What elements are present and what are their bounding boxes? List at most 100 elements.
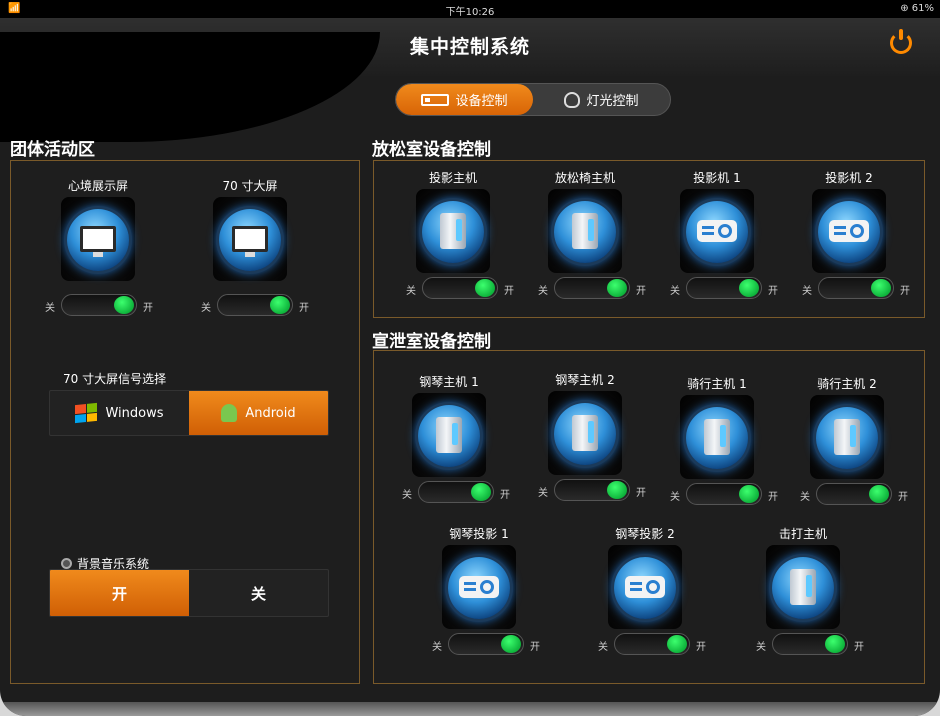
device-knob[interactable] — [548, 189, 622, 273]
power-icon[interactable] — [890, 29, 912, 54]
device-switch[interactable]: 关开 — [538, 277, 648, 299]
switch-track[interactable] — [554, 277, 630, 299]
tab-light-control[interactable]: 灯光控制 — [533, 84, 670, 115]
device-card: 钢琴主机 2 — [546, 371, 624, 475]
switch-thumb[interactable] — [871, 279, 891, 297]
switch-track[interactable] — [686, 277, 762, 299]
switch-thumb[interactable] — [825, 635, 845, 653]
switch-on-label: 开 — [854, 642, 864, 653]
device-card: 投影机 1 — [678, 169, 756, 273]
switch-thumb[interactable] — [501, 635, 521, 653]
switch-track[interactable] — [686, 483, 762, 505]
tab-label: 灯光控制 — [586, 94, 639, 109]
switch-off-label: 关 — [802, 286, 812, 297]
server-icon — [834, 419, 860, 455]
switch-track[interactable] — [217, 294, 293, 316]
device-mood-screen: 心境展示屏 — [59, 177, 137, 281]
switch-track[interactable] — [554, 479, 630, 501]
device-card: 击打主机 — [764, 525, 842, 629]
device-card: 骑行主机 2 — [808, 375, 886, 479]
switch-70-inch-screen[interactable]: 关 开 — [201, 294, 311, 316]
music-on-button[interactable]: 开 — [50, 570, 189, 616]
switch-off-label: 关 — [45, 303, 55, 314]
device-switch[interactable]: 关开 — [538, 479, 648, 501]
switch-mood-screen[interactable]: 关 开 — [45, 294, 155, 316]
device-switch[interactable]: 关开 — [756, 633, 866, 655]
device-switch[interactable]: 关开 — [670, 277, 780, 299]
radio-icon[interactable] — [61, 558, 72, 569]
signal-select-title: 70 寸大屏信号选择 — [63, 372, 167, 386]
device-switch[interactable]: 关开 — [406, 277, 516, 299]
switch-track[interactable] — [418, 481, 494, 503]
device-knob[interactable] — [810, 395, 884, 479]
device-switch[interactable]: 关开 — [402, 481, 512, 503]
switch-off-label: 关 — [402, 490, 412, 501]
device-card: 投影主机 — [414, 169, 492, 273]
device-label: 钢琴投影 2 — [615, 527, 675, 541]
switch-thumb[interactable] — [739, 485, 759, 503]
music-off-button[interactable]: 关 — [189, 570, 328, 616]
switch-thumb[interactable] — [607, 279, 627, 297]
mode-tabs: 设备控制 灯光控制 — [395, 83, 671, 116]
group-area-panel: 心境展示屏 关 开 70 寸大屏 关 开 70 寸大屏信号选择 Windows … — [10, 160, 360, 684]
switch-track[interactable] — [772, 633, 848, 655]
switch-thumb[interactable] — [739, 279, 759, 297]
switch-thumb[interactable] — [667, 635, 687, 653]
vent-room-panel: 钢琴主机 1 关开钢琴主机 2 关开骑行主机 1 关开骑行主机 2 关开钢琴投影 1关开… — [373, 350, 925, 684]
switch-off-label: 关 — [756, 642, 766, 653]
switch-track[interactable] — [422, 277, 498, 299]
switch-track[interactable] — [448, 633, 524, 655]
status-bar: 📶 下午10:26 ⊕ 61% — [0, 0, 940, 18]
relax-room-title: 放松室设备控制 — [372, 140, 491, 160]
device-switch[interactable]: 关开 — [670, 483, 780, 505]
switch-thumb[interactable] — [475, 279, 495, 297]
device-knob[interactable] — [416, 189, 490, 273]
device-label: 钢琴主机 2 — [555, 373, 615, 387]
switch-track[interactable] — [818, 277, 894, 299]
device-knob[interactable] — [766, 545, 840, 629]
device-icon — [421, 93, 450, 106]
device-card: 钢琴投影 2 — [606, 525, 684, 629]
server-icon — [440, 213, 466, 249]
device-switch[interactable]: 关开 — [432, 633, 542, 655]
server-icon — [436, 417, 462, 453]
device-knob[interactable] — [213, 197, 287, 281]
page-title: 集中控制系统 — [409, 36, 530, 58]
device-switch[interactable]: 关开 — [800, 483, 910, 505]
device-knob[interactable] — [680, 189, 754, 273]
switch-on-label: 开 — [143, 303, 153, 314]
signal-option-windows[interactable]: Windows — [50, 391, 189, 435]
device-card: 钢琴投影 1 — [440, 525, 518, 629]
vent-room-title: 宣泄室设备控制 — [372, 332, 491, 352]
switch-thumb[interactable] — [114, 296, 134, 314]
app-header: 集中控制系统 — [0, 18, 940, 142]
device-knob[interactable] — [548, 391, 622, 475]
switch-off-label: 关 — [406, 286, 416, 297]
windows-icon — [75, 402, 98, 424]
device-knob[interactable] — [812, 189, 886, 273]
relax-room-panel: 投影主机关开放松椅主机关开投影机 1 关开投影机 2关开 — [373, 160, 925, 318]
signal-option-android[interactable]: Android — [189, 391, 328, 435]
switch-thumb[interactable] — [471, 483, 491, 501]
switch-off-label: 关 — [598, 642, 608, 653]
switch-on-label: 开 — [299, 303, 309, 314]
device-knob[interactable] — [412, 393, 486, 477]
device-label: 70 寸大屏 — [222, 179, 278, 193]
device-knob[interactable] — [608, 545, 682, 629]
device-knob[interactable] — [680, 395, 754, 479]
switch-track[interactable] — [816, 483, 892, 505]
android-icon — [221, 404, 238, 422]
device-switch[interactable]: 关开 — [598, 633, 708, 655]
switch-thumb[interactable] — [270, 296, 290, 314]
switch-on-label: 开 — [768, 286, 778, 297]
switch-thumb[interactable] — [607, 481, 627, 499]
switch-on-label: 开 — [500, 490, 510, 501]
device-knob[interactable] — [61, 197, 135, 281]
device-70-inch-screen: 70 寸大屏 — [211, 177, 289, 281]
switch-track[interactable] — [61, 294, 137, 316]
switch-track[interactable] — [614, 633, 690, 655]
tab-device-control[interactable]: 设备控制 — [396, 84, 533, 115]
device-knob[interactable] — [442, 545, 516, 629]
device-switch[interactable]: 关开 — [802, 277, 912, 299]
switch-thumb[interactable] — [869, 485, 889, 503]
